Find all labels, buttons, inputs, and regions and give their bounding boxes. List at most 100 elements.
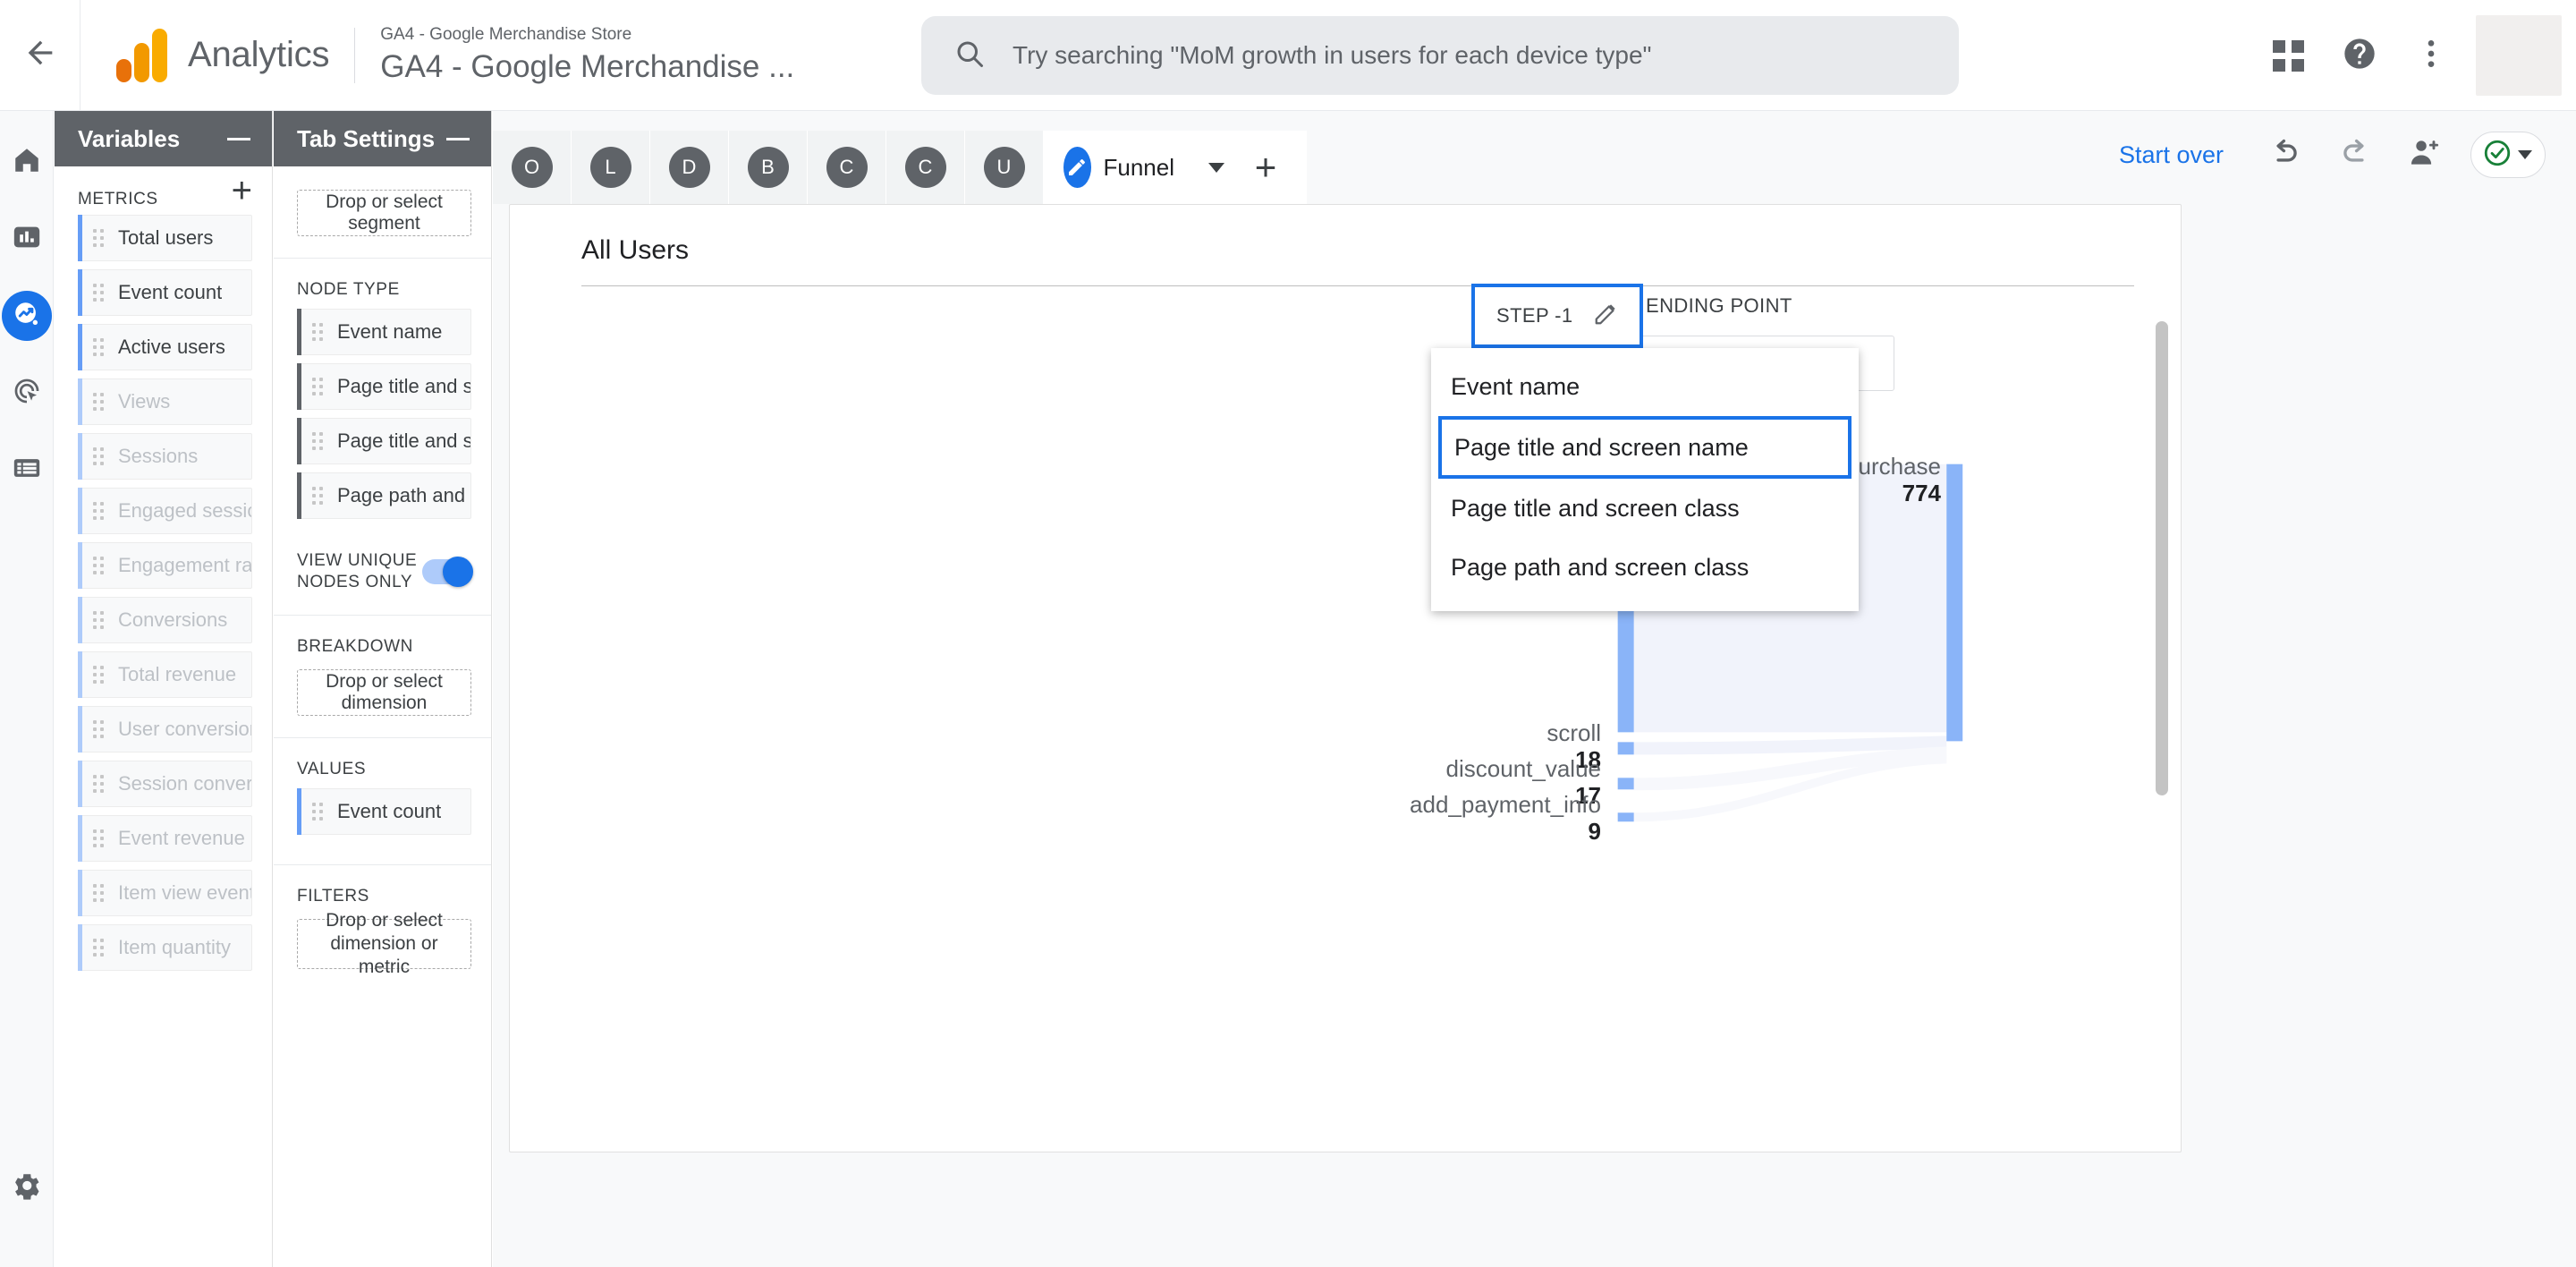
- drag-handle-icon[interactable]: [93, 611, 104, 629]
- dropdown-items: Event name Page title and screen name Page…: [1431, 357, 1859, 597]
- drag-handle-icon[interactable]: [93, 502, 104, 520]
- undo-icon: [2268, 136, 2302, 174]
- drag-handle-icon[interactable]: [312, 378, 323, 395]
- node-type-chip[interactable]: Page title and scree…: [297, 363, 471, 410]
- chip-accent-bar: [78, 378, 82, 425]
- undo-button[interactable]: [2258, 127, 2313, 183]
- metric-chip[interactable]: Item view events: [78, 870, 252, 916]
- drag-handle-icon[interactable]: [93, 284, 104, 302]
- metric-chip[interactable]: Item quantity: [78, 924, 252, 971]
- sidebar-item-configure[interactable]: [0, 431, 54, 508]
- tab-initial: O: [511, 147, 553, 188]
- drag-handle-icon[interactable]: [93, 338, 104, 356]
- sidebar-item-reports[interactable]: [0, 200, 54, 277]
- tab-chip[interactable]: U: [965, 131, 1044, 204]
- sidebar-item-advertising[interactable]: [0, 354, 54, 431]
- chip-accent-bar: [78, 761, 82, 807]
- sankey-diagram: [1617, 463, 1963, 822]
- search-input[interactable]: Try searching "MoM growth in users for e…: [1013, 41, 1651, 70]
- drag-handle-icon[interactable]: [93, 720, 104, 738]
- metric-chip[interactable]: Session conversion…: [78, 761, 252, 807]
- drag-handle-icon[interactable]: [93, 393, 104, 411]
- add-tab-button[interactable]: +: [1224, 131, 1307, 204]
- sidebar-item-admin[interactable]: [0, 1149, 54, 1226]
- metric-chip[interactable]: Views: [78, 378, 252, 425]
- node-type-chip[interactable]: Event name: [297, 309, 471, 355]
- chevron-down-icon[interactable]: [1208, 162, 1224, 173]
- drag-handle-icon[interactable]: [93, 939, 104, 957]
- tab-chip[interactable]: C: [886, 131, 965, 204]
- metric-chip[interactable]: Total users: [78, 215, 252, 261]
- metric-label: Views: [118, 390, 171, 412]
- metric-label: Session conversion…: [118, 772, 251, 795]
- drag-handle-icon[interactable]: [93, 775, 104, 793]
- tab-chip[interactable]: B: [729, 131, 808, 204]
- breakdown-dropzone[interactable]: Drop or select dimension: [297, 669, 471, 716]
- sidebar-item-home[interactable]: [0, 123, 54, 200]
- avatar[interactable]: [2476, 15, 2562, 96]
- dropdown-item[interactable]: Event name: [1431, 357, 1859, 416]
- plus-icon[interactable]: +: [232, 173, 252, 208]
- node-type-chip[interactable]: Page title and scree…: [297, 418, 471, 464]
- chip-accent-bar: [297, 309, 301, 355]
- drag-handle-icon[interactable]: [312, 432, 323, 450]
- tab-funnel[interactable]: Funnel: [1044, 131, 1224, 204]
- tab-chip[interactable]: C: [808, 131, 886, 204]
- apps-button[interactable]: [2252, 20, 2324, 91]
- drag-handle-icon[interactable]: [312, 323, 323, 341]
- dropdown-item[interactable]: Page path and screen class: [1431, 538, 1859, 597]
- main-toolbar: Start over: [2119, 111, 2576, 199]
- metric-chip[interactable]: Event count: [78, 269, 252, 316]
- vertical-scrollbar[interactable]: [2156, 321, 2168, 795]
- filters-dropzone[interactable]: Drop or select dimension or metric: [297, 910, 471, 977]
- metric-chip[interactable]: Engagement rate: [78, 542, 252, 589]
- dropdown-item[interactable]: Page title and screen name: [1438, 416, 1852, 479]
- metric-chip[interactable]: Active users: [78, 324, 252, 370]
- drag-handle-icon[interactable]: [312, 803, 323, 821]
- more-options-button[interactable]: [2395, 20, 2467, 91]
- node-type-chip[interactable]: Page path and scre…: [297, 472, 471, 519]
- metric-chip[interactable]: Total revenue: [78, 651, 252, 698]
- variables-panel-header: Variables: [55, 111, 272, 166]
- drag-handle-icon[interactable]: [93, 447, 104, 465]
- minimize-icon[interactable]: [446, 137, 470, 140]
- help-button[interactable]: [2324, 20, 2395, 91]
- explore-magnify-trend-icon: [12, 299, 42, 334]
- metric-chip[interactable]: Sessions: [78, 433, 252, 480]
- start-over-button[interactable]: Start over: [2119, 141, 2224, 169]
- redo-button[interactable]: [2327, 127, 2383, 183]
- tab-settings-panel: Tab Settings Drop or select segment NODE…: [274, 111, 492, 1267]
- tab-chip[interactable]: O: [493, 131, 572, 204]
- step-header[interactable]: STEP -1: [1471, 284, 1643, 348]
- advertising-target-icon: [12, 376, 42, 411]
- property-name: GA4 - Google Merchandise ...: [380, 48, 795, 84]
- status-badge[interactable]: [2470, 132, 2546, 178]
- dropdown-item[interactable]: Page title and screen class: [1431, 479, 1859, 538]
- metric-chip[interactable]: Engaged sessions: [78, 488, 252, 534]
- drag-handle-icon[interactable]: [312, 487, 323, 505]
- metric-chip[interactable]: Conversions: [78, 597, 252, 643]
- pencil-icon[interactable]: [1593, 300, 1620, 332]
- share-button[interactable]: [2397, 127, 2453, 183]
- drag-handle-icon[interactable]: [93, 829, 104, 847]
- back-button[interactable]: [0, 0, 80, 111]
- variables-panel: Variables METRICS + Total users Event cou…: [55, 111, 273, 1267]
- metric-chip[interactable]: User conversion rate: [78, 706, 252, 753]
- value-chip[interactable]: Event count: [297, 788, 471, 835]
- search-bar[interactable]: Try searching "MoM growth in users for e…: [921, 16, 1959, 95]
- drag-handle-icon[interactable]: [93, 557, 104, 574]
- tab-chip[interactable]: D: [650, 131, 729, 204]
- minimize-icon[interactable]: [227, 137, 250, 140]
- metric-chip[interactable]: Event revenue: [78, 815, 252, 862]
- view-unique-nodes-toggle[interactable]: [422, 557, 473, 587]
- drag-handle-icon[interactable]: [93, 229, 104, 247]
- property-selector[interactable]: GA4 - Google Merchandise Store GA4 - Goo…: [380, 23, 794, 88]
- drag-handle-icon[interactable]: [93, 884, 104, 902]
- sidebar-item-explore[interactable]: [0, 277, 54, 354]
- tab-chip[interactable]: L: [572, 131, 650, 204]
- drag-handle-icon[interactable]: [93, 666, 104, 684]
- exploration-card: All Users STEP -1 ENDING POINT purchase …: [509, 204, 2182, 1152]
- segment-dropzone[interactable]: Drop or select segment: [297, 190, 471, 236]
- tab-settings-panel-header: Tab Settings: [274, 111, 491, 166]
- tab-funnel-label: Funnel: [1103, 153, 1175, 181]
